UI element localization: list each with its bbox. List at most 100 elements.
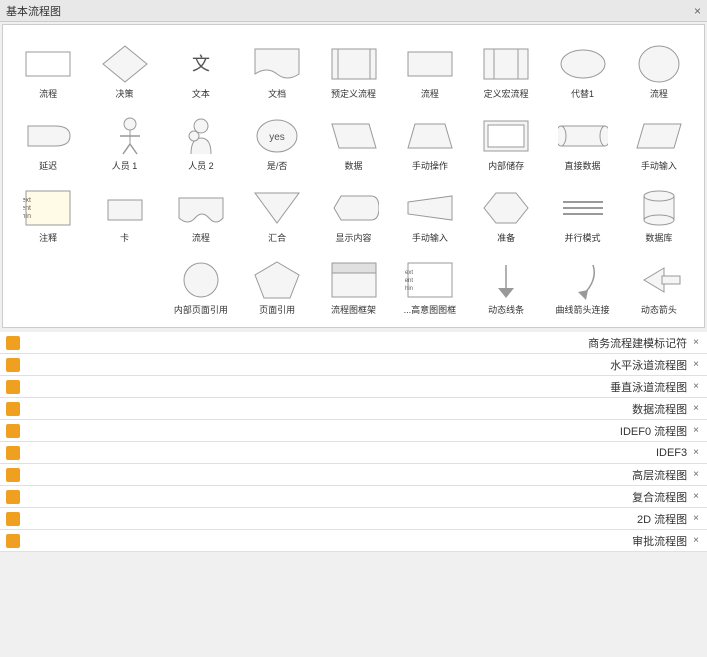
shape-item-triangle-inv[interactable]: 汇合 (240, 177, 314, 247)
list-item-left: × 水平泳道流程图 (610, 357, 701, 373)
shape-label-frame-text: 高意图图框... (404, 305, 457, 316)
list-item-close-button[interactable]: × (691, 337, 701, 348)
shape-item-parallelogram-left[interactable]: 手动输入 (622, 105, 696, 175)
shape-label-trapezoid: 手动操作 (412, 161, 448, 172)
shape-item-rect-lines[interactable]: 预定义流程 (316, 33, 390, 103)
shape-item-text[interactable]: 文文本 (164, 33, 238, 103)
list-item-2[interactable]: ×垂直泳道流程图 (0, 376, 707, 398)
shape-item-trapezoid[interactable]: 手动操作 (393, 105, 467, 175)
list-item-close-button[interactable]: × (691, 491, 701, 502)
shape-item-rect-small[interactable]: 卡 (87, 177, 161, 247)
list-item-5[interactable]: ×IDEF3 (0, 442, 707, 464)
list-item-label: IDEF0 流程图 (620, 423, 687, 439)
shape-item-decision-yn[interactable]: yes 是/否 (240, 105, 314, 175)
list-item-icon (6, 446, 20, 460)
shape-label-rect-plain: 流程 (39, 89, 57, 100)
shape-item-rect-inner[interactable]: 内部储存 (469, 105, 543, 175)
shape-item-cylinder[interactable]: 数据库 (622, 177, 696, 247)
list-item-6[interactable]: ×高层流程图 (0, 464, 707, 486)
svg-text:here within: here within (405, 286, 413, 292)
shape-label-decision-yn: 是/否 (267, 161, 288, 172)
list-item-close-button[interactable]: × (691, 359, 701, 370)
shape-item-circle[interactable]: 流程 (622, 33, 696, 103)
list-item-left: × IDEF0 流程图 (620, 423, 701, 439)
list-item-1[interactable]: × 水平泳道流程图 (0, 354, 707, 376)
shape-label-person1: 人员 1 (112, 161, 138, 172)
list-section: ×商务流程建模标记符×水平泳道流程图×垂直泳道流程图×数据流程图×IDEF0 流… (0, 332, 707, 552)
shape-label-note: 注释 (39, 233, 57, 244)
shape-label-rect-lines: 预定义流程 (331, 89, 376, 100)
list-item-close-button[interactable]: × (691, 381, 701, 392)
shape-icon-parallelogram (326, 113, 382, 159)
shape-item-diamond[interactable]: 决策 (87, 33, 161, 103)
shape-label-delay: 延迟 (39, 161, 57, 172)
shape-label-parallelogram-left: 手动输入 (641, 161, 677, 172)
shape-item-frame[interactable]: 流程图框架 (316, 249, 390, 319)
list-item-close-button[interactable]: × (691, 425, 701, 436)
shape-item-rect-split[interactable]: 定义宏流程 (469, 33, 543, 103)
svg-text:or element: or element (405, 278, 413, 284)
shape-label-rect-wave: 流程 (192, 233, 210, 244)
shape-item-parallelogram[interactable]: 数据 (316, 105, 390, 175)
shape-label-person2: 人员 2 (188, 161, 214, 172)
shape-item-rect-plain[interactable]: 流程 (11, 33, 85, 103)
list-item-close-button[interactable]: × (691, 447, 701, 458)
shape-item-lines-h[interactable]: 并行模式 (545, 177, 619, 247)
shape-item-note[interactable]: adds any textor elementtext within 注释 (11, 177, 85, 247)
shape-icon-note: adds any textor elementtext within (20, 185, 76, 231)
shape-item-rect[interactable]: 流程 (393, 33, 467, 103)
shapes-panel: 流程代替1定义宏流程流程预定义流程文档文文本决策流程手动输入直接数据内部储存手动… (2, 24, 705, 328)
shape-item-person2[interactable]: 人员 2 (164, 105, 238, 175)
shape-label-hexagon: 准备 (497, 233, 515, 244)
shape-item-circle-ref[interactable]: 内部页面引用 (164, 249, 238, 319)
shape-item-rect-wave[interactable]: 流程 (164, 177, 238, 247)
close-button[interactable]: × (694, 4, 701, 18)
list-item-8[interactable]: ×2D 流程图 (0, 508, 707, 530)
shape-item-arrow-curve[interactable]: 曲线箭头连接 (545, 249, 619, 319)
shape-icon-text: 文 (173, 41, 229, 87)
shape-item-display[interactable]: 显示内容 (316, 177, 390, 247)
shape-icon-rect-plain (20, 41, 76, 87)
shape-item-ellipse[interactable]: 代替1 (545, 33, 619, 103)
list-item-icon (6, 468, 20, 482)
shape-item-frame-text[interactable]: add any text or element here within 高意图图框..… (393, 249, 467, 319)
svg-text:text within: text within (23, 213, 31, 220)
list-item-icon (6, 358, 20, 372)
list-item-icon (6, 490, 20, 504)
shape-item-hexagon[interactable]: 准备 (469, 177, 543, 247)
list-item-close-button[interactable]: × (691, 535, 701, 546)
list-item-label: 水平泳道流程图 (610, 357, 687, 373)
svg-text:add any text: add any text (405, 270, 413, 276)
list-item-left: ×IDEF3 (656, 447, 701, 459)
shape-item-delay[interactable]: 延迟 (11, 105, 85, 175)
list-item-7[interactable]: × 复合流程图 (0, 486, 707, 508)
shape-item-person1[interactable]: 人员 1 (87, 105, 161, 175)
shape-icon-triangle-inv (249, 185, 305, 231)
list-item-9[interactable]: ×审批流程图 (0, 530, 707, 552)
shape-icon-frame-text: add any text or element here within (402, 257, 458, 303)
shape-icon-arrow-left (631, 257, 687, 303)
shape-item-rect-slant[interactable]: 手动输入 (393, 177, 467, 247)
shape-item-pentagon[interactable]: 页面引用 (240, 249, 314, 319)
shape-icon-trapezoid (402, 113, 458, 159)
list-item-label: 复合流程图 (632, 489, 687, 505)
list-item-left: ×数据流程图 (632, 401, 701, 417)
list-item-3[interactable]: ×数据流程图 (0, 398, 707, 420)
shape-icon-document (249, 41, 305, 87)
shape-item-arrow-down[interactable]: 动态线条 (469, 249, 543, 319)
svg-text:yes: yes (269, 132, 285, 143)
title-bar: × 基本流程图 (0, 0, 707, 22)
shape-item-document[interactable]: 文档 (240, 33, 314, 103)
list-item-0[interactable]: ×商务流程建模标记符 (0, 332, 707, 354)
list-item-close-button[interactable]: × (691, 513, 701, 524)
shape-icon-hexagon (478, 185, 534, 231)
list-item-close-button[interactable]: × (691, 403, 701, 414)
shape-icon-circle-ref (173, 257, 229, 303)
list-item-close-button[interactable]: × (691, 469, 701, 480)
shape-label-pentagon: 页面引用 (259, 305, 295, 316)
shape-item-cylinder-h[interactable]: 直接数据 (545, 105, 619, 175)
shape-label-diamond: 决策 (116, 89, 134, 100)
list-item-4[interactable]: × IDEF0 流程图 (0, 420, 707, 442)
shape-label-rect-small: 卡 (120, 233, 129, 244)
shape-item-arrow-left[interactable]: 动态箭头 (622, 249, 696, 319)
